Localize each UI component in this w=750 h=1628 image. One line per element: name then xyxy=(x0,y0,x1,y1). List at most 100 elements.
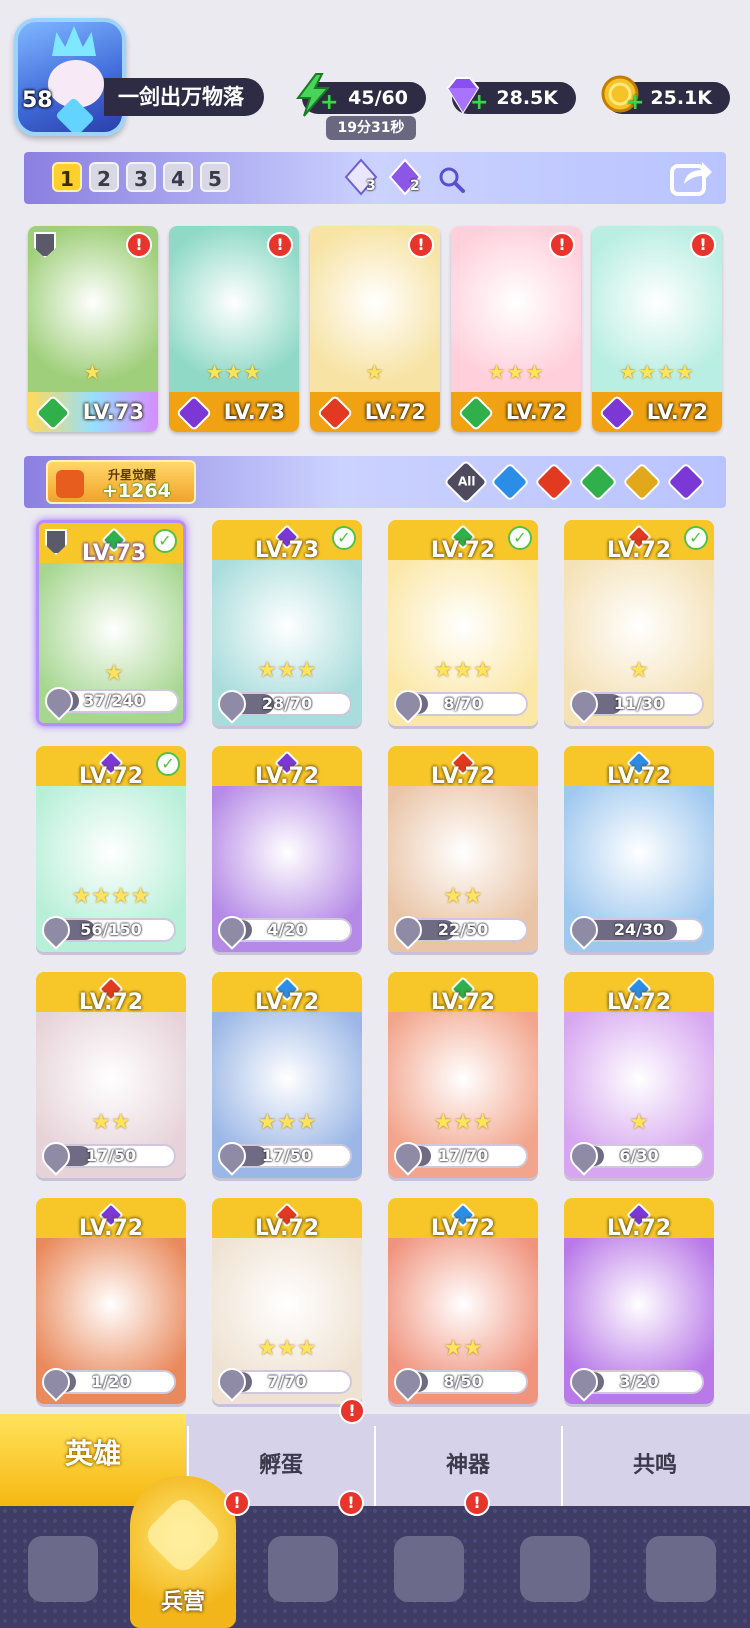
shard-progress: 8/70 xyxy=(388,684,528,724)
shard-progress-text: 8/50 xyxy=(443,1372,483,1391)
energy-plus-icon[interactable]: + xyxy=(320,92,338,114)
star-rating: ★★★ xyxy=(487,360,545,384)
filter-all-button[interactable]: All xyxy=(443,459,489,505)
sword-icon xyxy=(56,470,84,498)
alert-icon: ! xyxy=(267,232,293,258)
shard-progress-text: 56/150 xyxy=(80,920,142,939)
coin-plus-icon[interactable]: + xyxy=(626,92,644,114)
hero-level: LV.72 xyxy=(78,990,144,1015)
shard-progress: 8/50 xyxy=(388,1362,528,1402)
lineup-hero-card[interactable]: ! ★★★ LV.73 xyxy=(169,226,299,432)
alert-icon: ! xyxy=(224,1490,250,1516)
shard-progress-text: 17/50 xyxy=(261,1146,313,1165)
star-rating: ★★★ xyxy=(205,360,263,384)
top-header: 58 一剑出万物落 45/60 + 19分31秒 28.5K + 25.1K + xyxy=(0,0,750,140)
star-rating: ★★★ xyxy=(257,658,317,683)
filter-all-label: All xyxy=(457,474,476,489)
alert-icon: ! xyxy=(690,232,716,258)
crown-icon xyxy=(52,26,96,56)
shard-progress-text: 8/70 xyxy=(443,694,483,713)
hero-card[interactable]: LV.73 ★ 37/240 ✓ xyxy=(36,520,186,726)
shard-progress-text: 17/50 xyxy=(85,1146,137,1165)
cards-icon[interactable] xyxy=(18,1526,108,1610)
shard-progress: 56/150 xyxy=(36,910,176,950)
lineup-hero-card[interactable]: ! ★★★ LV.72 xyxy=(451,226,581,432)
map-icon[interactable] xyxy=(258,1526,348,1610)
nav-icon-shape xyxy=(646,1536,716,1602)
star-rating: ★ xyxy=(365,360,385,384)
hero-card[interactable]: LV.72 ★★★★ 56/150 ✓ xyxy=(36,746,186,952)
shard-progress: 4/20 xyxy=(212,910,352,950)
star-rating: ★ xyxy=(629,1110,649,1135)
lineup-tab-5[interactable]: 5 xyxy=(200,162,230,192)
hero-level: LV.72 xyxy=(430,1216,496,1241)
hero-card[interactable]: LV.72 ★★ 22/50 xyxy=(388,746,538,952)
hero-card[interactable]: LV.72 1/20 xyxy=(36,1198,186,1404)
lineup-tab-3[interactable]: 3 xyxy=(126,162,156,192)
star-rating: ★★★★ xyxy=(619,360,695,384)
hero-level: LV.72 xyxy=(430,990,496,1015)
barracks-icon[interactable]: 兵营 xyxy=(130,1476,236,1628)
star-rating: ★★ xyxy=(443,884,483,909)
shard-progress-text: 7/70 xyxy=(267,1372,307,1391)
lineup-hero-card[interactable]: ! ★ LV.73 xyxy=(28,226,158,432)
castle-icon[interactable] xyxy=(384,1526,474,1610)
hero-card[interactable]: LV.72 ★ 11/30 ✓ xyxy=(564,520,714,726)
filter-water-icon[interactable] xyxy=(490,462,530,502)
filter-fire-icon[interactable] xyxy=(534,462,574,502)
hero-card[interactable]: LV.72 ★ 6/30 xyxy=(564,972,714,1178)
hero-level: LV.72 xyxy=(254,764,320,789)
shard-progress: 17/50 xyxy=(212,1136,352,1176)
hero-level: LV.72 xyxy=(606,1216,672,1241)
mushroom-icon[interactable] xyxy=(510,1526,600,1610)
hero-card[interactable]: LV.72 24/30 xyxy=(564,746,714,952)
hero-card[interactable]: LV.72 ★★★ 17/70 xyxy=(388,972,538,1178)
search-icon[interactable] xyxy=(436,164,466,194)
share-icon[interactable] xyxy=(670,158,714,198)
hero-card[interactable]: LV.72 ★★ 8/50 xyxy=(388,1198,538,1404)
alert-icon: ! xyxy=(339,1398,365,1424)
lineup-tab-2[interactable]: 2 xyxy=(89,162,119,192)
lineup-toolbar: 12345 3 2 xyxy=(24,152,726,204)
filter-toolbar: 升星觉醒 +1264 All xyxy=(24,456,726,508)
shard-progress-text: 4/20 xyxy=(267,920,307,939)
filter-dark-icon[interactable] xyxy=(666,462,706,502)
guild-banner-icon[interactable] xyxy=(636,1526,726,1610)
filter-nature-icon[interactable] xyxy=(578,462,618,502)
lineup-tab-1[interactable]: 1 xyxy=(52,162,82,192)
hero-level: LV.72 xyxy=(430,764,496,789)
hero-card[interactable]: LV.73 ★★★ 28/70 ✓ xyxy=(212,520,362,726)
bottom-navigation: 兵营!!! xyxy=(0,1476,750,1628)
subtab-4[interactable]: 共鸣 xyxy=(561,1426,747,1506)
shard-progress: 17/50 xyxy=(36,1136,176,1176)
lineup-hero-card[interactable]: ! ★★★★ LV.72 xyxy=(592,226,722,432)
shard-progress-text: 17/70 xyxy=(437,1146,489,1165)
player-level: 58 xyxy=(22,88,53,113)
shard-progress-text: 37/240 xyxy=(83,691,145,710)
lineup-hero-card[interactable]: ! ★ LV.72 xyxy=(310,226,440,432)
hero-card[interactable]: LV.72 3/20 xyxy=(564,1198,714,1404)
hero-card[interactable]: LV.72 ★★★ 7/70 xyxy=(212,1198,362,1404)
lineup-tab-4[interactable]: 4 xyxy=(163,162,193,192)
shard-progress: 22/50 xyxy=(388,910,528,950)
barracks-emblem xyxy=(141,1493,225,1577)
shard-progress: 1/20 xyxy=(36,1362,176,1402)
shard-progress-text: 11/30 xyxy=(613,694,665,713)
shard-progress: 17/70 xyxy=(388,1136,528,1176)
player-name[interactable]: 一剑出万物落 xyxy=(104,78,264,116)
hero-card[interactable]: LV.72 4/20 xyxy=(212,746,362,952)
awaken-button[interactable]: 升星觉醒 +1264 xyxy=(46,460,196,504)
alert-icon: ! xyxy=(408,232,434,258)
filter-light-icon[interactable] xyxy=(622,462,662,502)
player-avatar[interactable] xyxy=(14,18,126,136)
shard-progress: 7/70 xyxy=(212,1362,352,1402)
hero-card[interactable]: LV.72 ★★★ 17/50 xyxy=(212,972,362,1178)
nav-icon-shape xyxy=(268,1536,338,1602)
star-rating: ★★★ xyxy=(433,1110,493,1135)
check-icon: ✓ xyxy=(684,526,708,550)
star-rating: ★★★ xyxy=(433,658,493,683)
gem-plus-icon[interactable]: + xyxy=(470,92,488,114)
hero-card[interactable]: LV.72 ★★ 17/50 xyxy=(36,972,186,1178)
shard-progress-text: 1/20 xyxy=(91,1372,131,1391)
hero-card[interactable]: LV.72 ★★★ 8/70 ✓ xyxy=(388,520,538,726)
